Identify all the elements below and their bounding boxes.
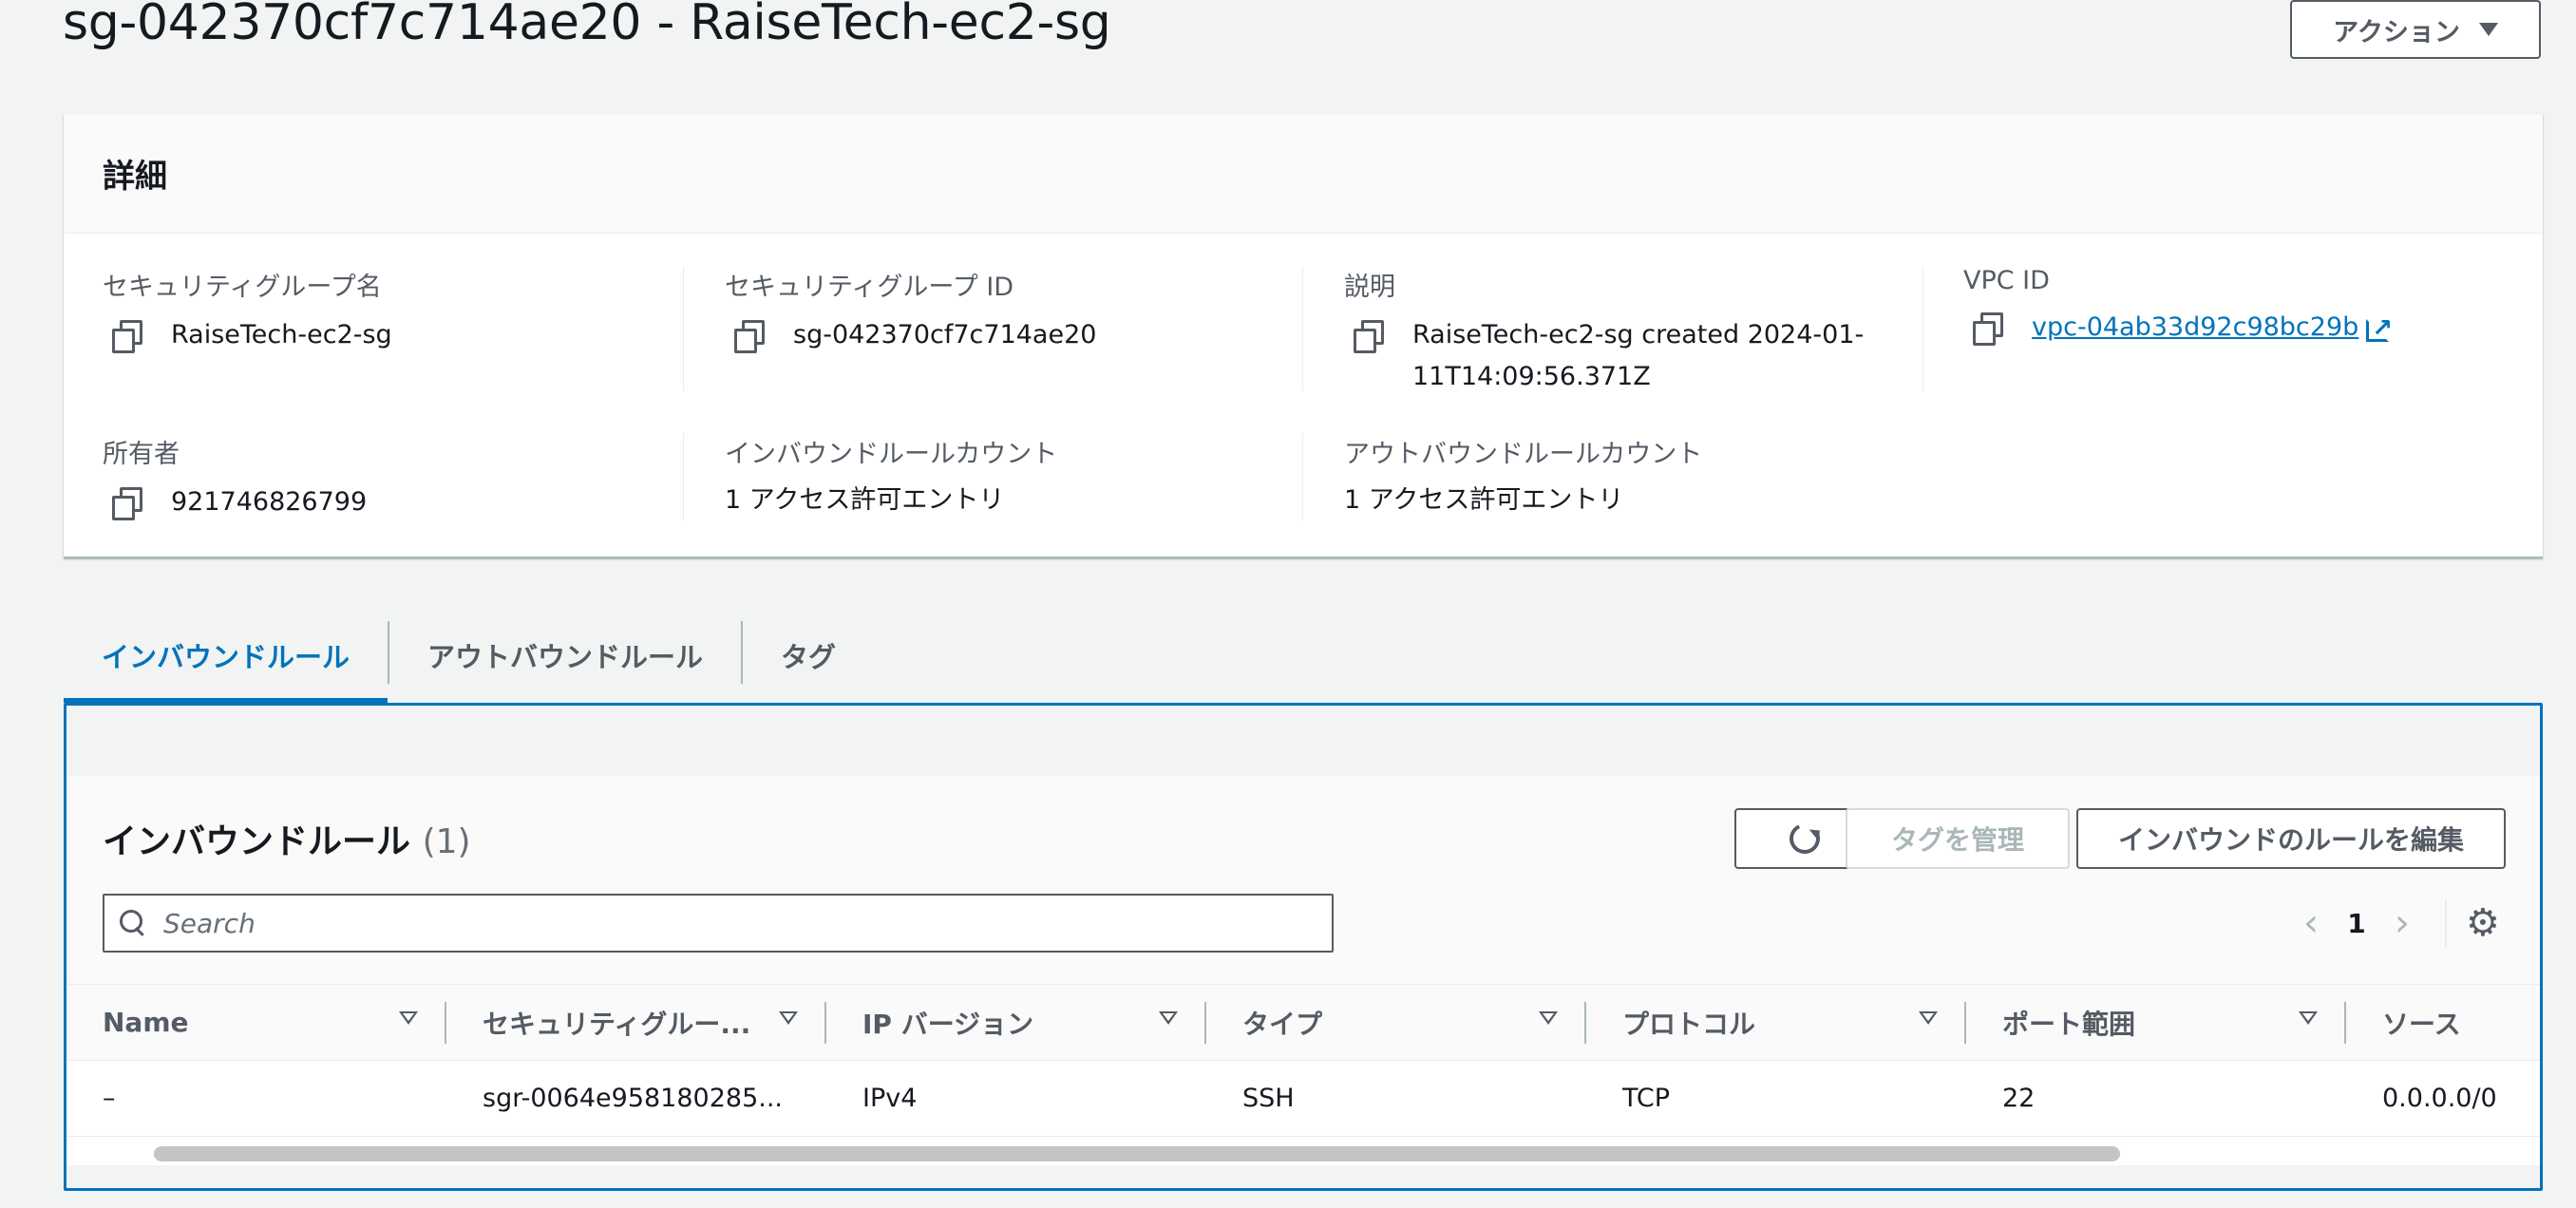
inbound-rules-panel: インバウンドルール (1) タグを管理 インバウンドのルールを編集 ‹ 1	[64, 703, 2543, 1191]
column-header-label: ポート範囲	[2002, 1008, 2136, 1040]
column-header-ip-version[interactable]: IP バージョン	[826, 985, 1206, 1060]
copy-icon[interactable]	[110, 487, 142, 520]
inbound-count-value: 1 アクセス許可エントリ	[725, 485, 1005, 515]
owner-label: 所有者	[103, 440, 180, 469]
owner-value: 921746826799	[171, 487, 368, 517]
column-header-label: タイプ	[1242, 1008, 1323, 1040]
sg-id-field: セキュリティグループ ID sg-042370cf7c714ae20	[725, 266, 1096, 356]
cell-rule-id: sgr-0064e958180285...	[483, 1084, 783, 1113]
vpc-id-value: vpc-04ab33d92c98bc29b	[2032, 312, 2359, 342]
search-input[interactable]	[163, 907, 1284, 939]
external-link-icon	[2366, 308, 2393, 349]
column-header-label: ソース	[2382, 1008, 2461, 1040]
copy-icon[interactable]	[732, 320, 765, 353]
vpc-id-label: VPC ID	[1963, 266, 2050, 295]
outbound-count-label: アウトバウンドルールカウント	[1344, 440, 1703, 469]
rules-title-text: インバウンドルール	[103, 822, 411, 861]
sg-id-label: セキュリティグループ ID	[725, 273, 1014, 302]
table-row[interactable]: – sgr-0064e958180285... IPv4 SSH TCP 22 …	[66, 1061, 2540, 1137]
chevron-left-icon[interactable]: ‹	[2287, 901, 2335, 945]
inbound-rules-title: インバウンドルール (1)	[103, 814, 471, 863]
sort-icon[interactable]	[779, 1011, 798, 1025]
column-header-label: プロトコル	[1622, 1008, 1756, 1040]
cell-port-range: 22	[2002, 1084, 2036, 1113]
copy-icon[interactable]	[1352, 320, 1384, 353]
column-header-label: Name	[103, 1007, 189, 1038]
manage-tags-button[interactable]: タグを管理	[1846, 808, 2070, 869]
chevron-right-icon[interactable]: ›	[2378, 901, 2426, 945]
column-header-port-range[interactable]: ポート範囲	[1966, 985, 2346, 1060]
owner-field: 所有者 921746826799	[103, 433, 367, 523]
description-field: 説明 RaiseTech-ec2-sg created 2024-01-11T1…	[1344, 266, 1876, 398]
details-heading: 詳細	[103, 158, 167, 196]
outbound-count-field: アウトバウンドルールカウント 1 アクセス許可エントリ	[1344, 433, 1702, 521]
copy-icon[interactable]	[110, 320, 142, 353]
cell-name: –	[103, 1084, 116, 1113]
refresh-icon	[1785, 819, 1825, 859]
sg-name-field: セキュリティグループ名 RaiseTech-ec2-sg	[103, 266, 392, 356]
search-box	[103, 894, 1334, 953]
page-title: sg-042370cf7c714ae20 - RaiseTech-ec2-sg	[63, 0, 1111, 51]
security-group-detail-page: sg-042370cf7c714ae20 - RaiseTech-ec2-sg …	[0, 0, 2576, 1208]
actions-label: アクション	[2333, 17, 2460, 47]
sg-name-value: RaiseTech-ec2-sg	[171, 320, 392, 349]
cell-source: 0.0.0.0/0	[2382, 1084, 2497, 1113]
pager-divider	[2445, 899, 2447, 947]
inbound-rules-header: インバウンドルール (1) タグを管理 インバウンドのルールを編集 ‹ 1	[66, 776, 2540, 985]
page-number[interactable]: 1	[2335, 908, 2378, 939]
column-divider	[1302, 266, 1303, 391]
tab-inbound-rules[interactable]: インバウンドルール	[64, 608, 388, 703]
gear-icon[interactable]: ⚙	[2466, 901, 2500, 945]
rules-count: (1)	[422, 822, 471, 861]
column-divider	[683, 266, 684, 391]
vpc-id-link[interactable]: vpc-04ab33d92c98bc29b	[2032, 307, 2393, 349]
cell-protocol: TCP	[1622, 1084, 1671, 1113]
outbound-count-value: 1 アクセス許可エントリ	[1344, 485, 1624, 515]
column-header-name[interactable]: Name	[66, 985, 446, 1060]
details-panel: 詳細 セキュリティグループ名 RaiseTech-ec2-sg セキュリティグル…	[64, 114, 2543, 558]
sort-icon[interactable]	[1539, 1011, 1558, 1025]
search-icon	[120, 910, 146, 936]
column-divider	[683, 433, 684, 520]
sg-name-label: セキュリティグループ名	[103, 273, 382, 302]
details-header: 詳細	[64, 114, 2543, 234]
actions-dropdown-button[interactable]: アクション	[2290, 0, 2541, 59]
tab-tags[interactable]: タグ	[743, 608, 874, 703]
tab-outbound-rules[interactable]: アウトバウンドルール	[389, 608, 741, 703]
cell-ip-version: IPv4	[862, 1084, 918, 1113]
cell-type: SSH	[1242, 1084, 1295, 1113]
sort-icon[interactable]	[2299, 1011, 2318, 1025]
horizontal-scrollbar[interactable]	[66, 1142, 2540, 1165]
table-header: Name セキュリティグルー... IP バージョン タイプ プロトコル ポート…	[66, 985, 2540, 1061]
sort-icon[interactable]	[1919, 1011, 1938, 1025]
column-header-source[interactable]: ソース	[2346, 985, 2540, 1060]
column-header-label: セキュリティグルー...	[483, 1008, 751, 1040]
tab-bar: インバウンドルール アウトバウンドルール タグ	[64, 608, 874, 703]
description-label: 説明	[1344, 273, 1395, 302]
inbound-count-field: インバウンドルールカウント 1 アクセス許可エントリ	[725, 433, 1057, 521]
column-header-type[interactable]: タイプ	[1206, 985, 1586, 1060]
pagination: ‹ 1 › ⚙	[2287, 894, 2500, 953]
sort-icon[interactable]	[1159, 1011, 1178, 1025]
column-header-security-group-rule[interactable]: セキュリティグルー...	[446, 985, 826, 1060]
column-divider	[1302, 433, 1303, 520]
column-header-protocol[interactable]: プロトコル	[1586, 985, 1966, 1060]
description-value: RaiseTech-ec2-sg created 2024-01-11T14:0…	[1412, 320, 1865, 391]
caret-down-icon	[2478, 23, 2498, 36]
scrollbar-thumb[interactable]	[154, 1146, 2120, 1161]
edit-inbound-rules-button[interactable]: インバウンドのルールを編集	[2076, 808, 2506, 869]
column-header-label: IP バージョン	[862, 1008, 1034, 1040]
copy-icon[interactable]	[1971, 312, 2003, 346]
sort-icon[interactable]	[399, 1011, 418, 1025]
sg-id-value: sg-042370cf7c714ae20	[793, 320, 1097, 349]
vpc-id-field: VPC ID vpc-04ab33d92c98bc29b	[1963, 266, 2393, 349]
inbound-count-label: インバウンドルールカウント	[725, 440, 1058, 469]
